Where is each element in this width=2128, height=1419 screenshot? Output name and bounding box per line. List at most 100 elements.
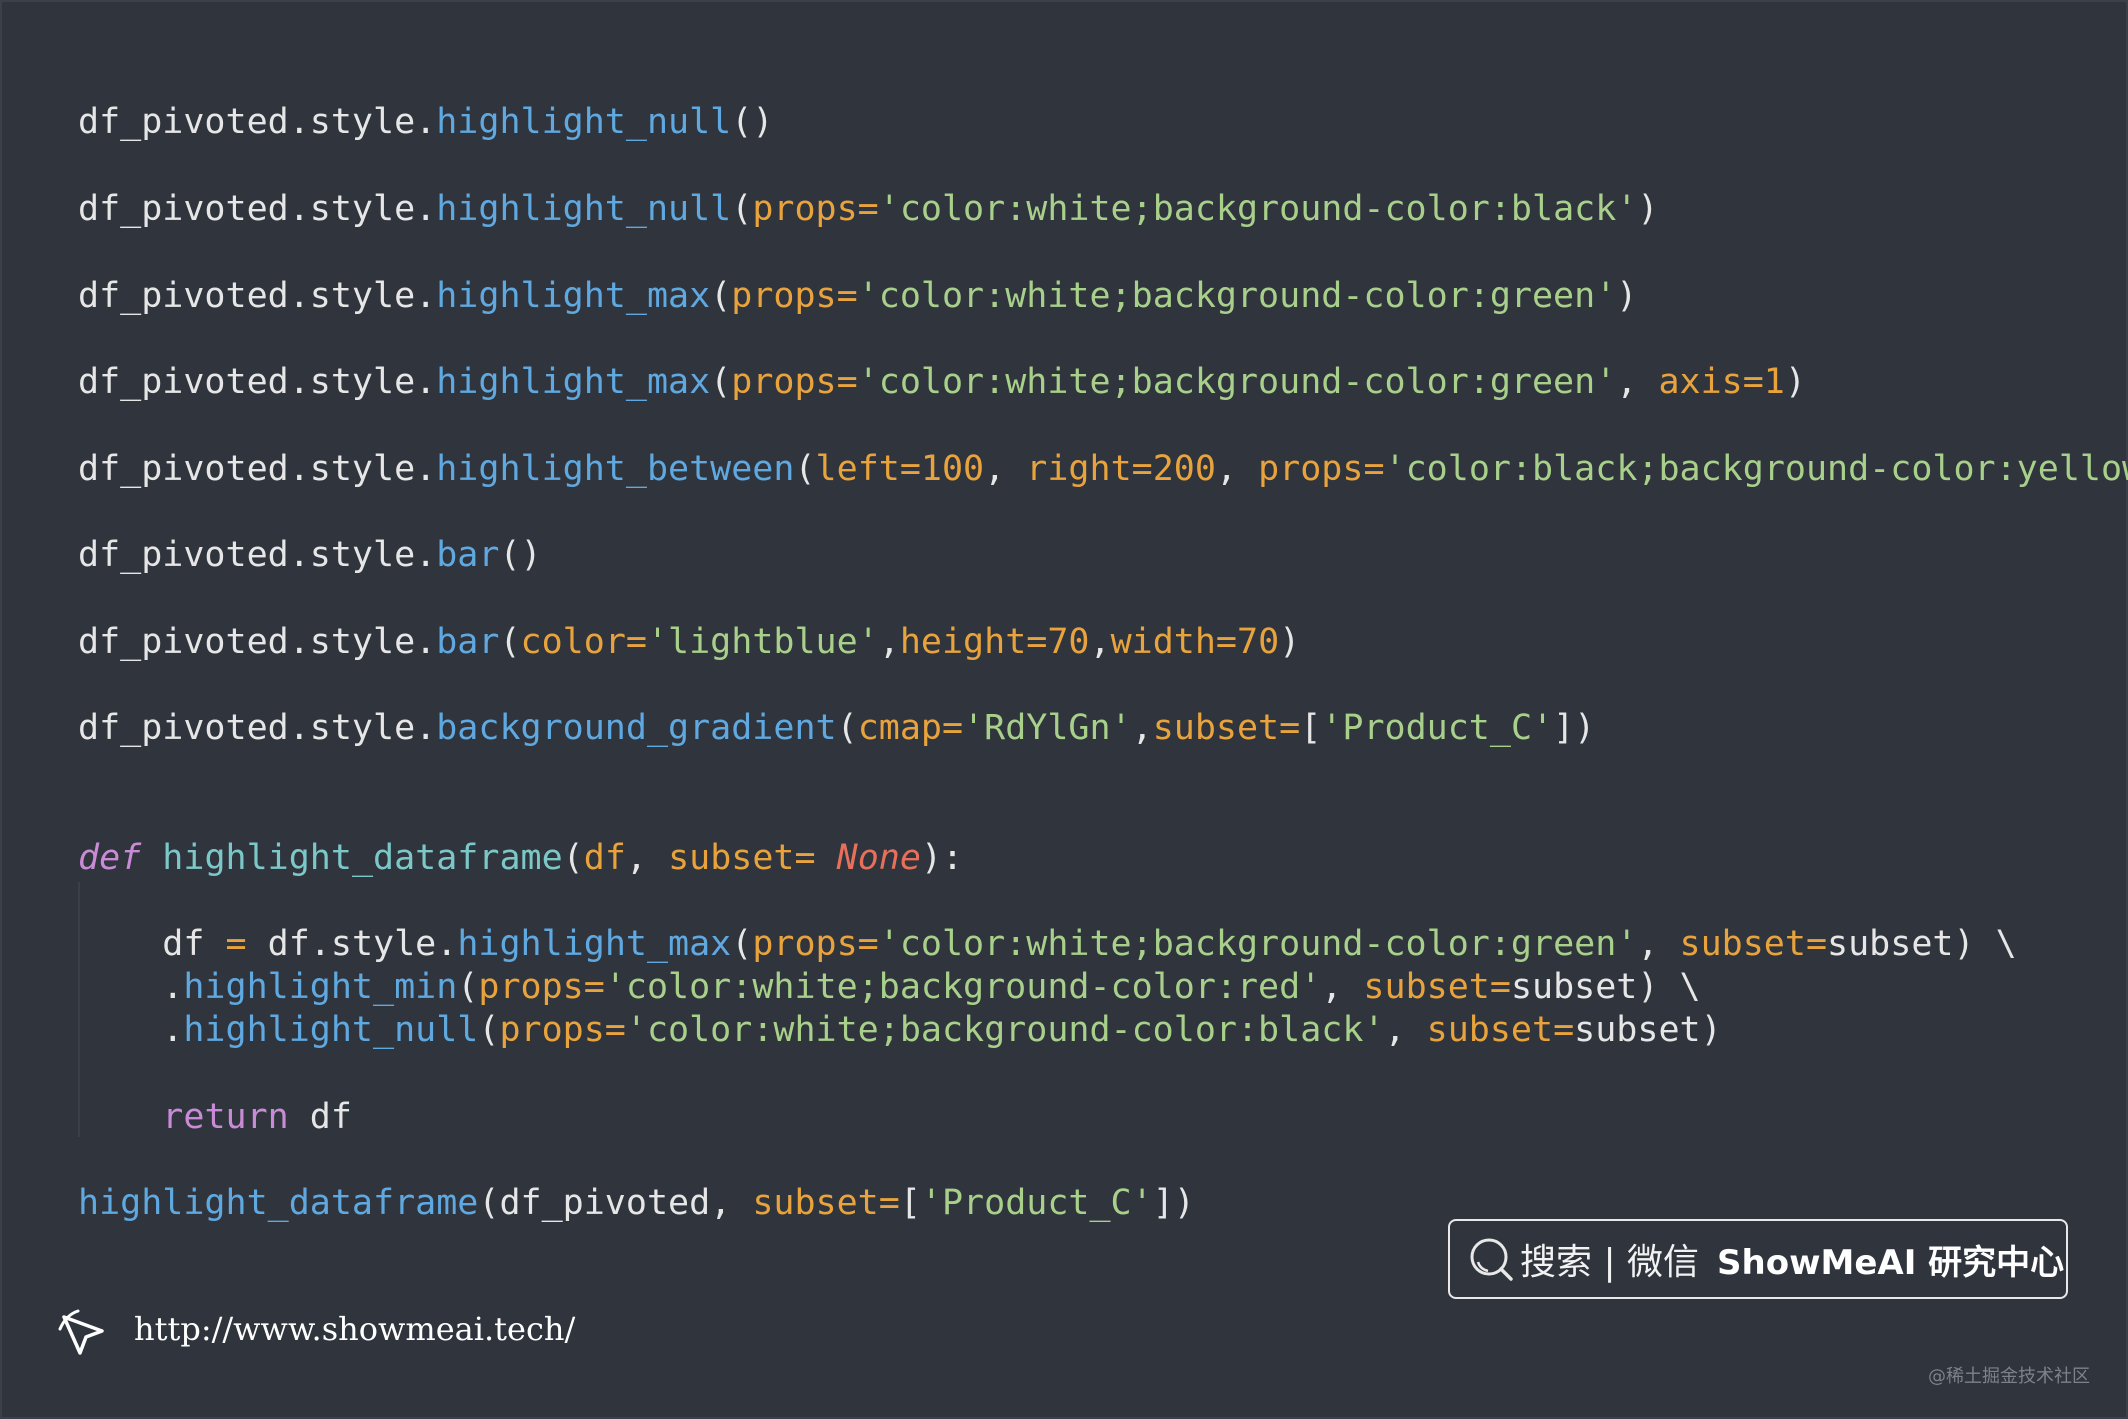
code-token: subset) [1574,1010,1722,1050]
code-token: color= [520,622,647,662]
search-badge: 搜索 | 微信 ShowMeAI 研究中心 [1448,1219,2068,1299]
code-token: df_pivoted.style. [78,189,437,229]
code-token: , [984,449,1027,489]
code-token: highlight_null [436,189,732,229]
code-line: df_pivoted.style.bar(color='lightblue',h… [78,620,1300,664]
code-line: df_pivoted.style.highlight_between(left=… [78,447,2128,491]
code-token: ( [731,189,753,229]
footer-link[interactable]: http://www.showmeai.tech/ [134,1310,575,1348]
code-line: df_pivoted.style.highlight_max(props='co… [78,274,1637,318]
code-token: , [1215,449,1259,489]
code-token: axis=1 [1658,362,1785,402]
code-token: right=200 [1026,449,1216,489]
code-token: (df_pivoted, [478,1183,753,1223]
code-line: highlight_dataframe(df_pivoted, subset=[… [78,1181,1195,1225]
code-token: props= [478,967,605,1007]
code-token: background_gradient [436,708,837,748]
code-line: df = df.style.highlight_max(props='color… [78,922,2017,966]
code-token: cmap= [857,708,964,748]
code-token: subset= [1363,967,1511,1007]
code-token: ]) [1152,1183,1195,1223]
code-token: subset) \ [1510,967,1701,1007]
code-token: props= [752,924,879,964]
code-token: ( [710,362,732,402]
code-token: 'Product_C' [920,1183,1153,1223]
code-token: df [288,1097,352,1137]
code-token: ( [457,967,479,1007]
code-token: 'color:black;background-color:yellow' [1384,449,2128,489]
code-block: df_pivoted.style.highlight_null() df_piv… [78,2,2128,1223]
code-token: ( [562,838,584,878]
brand-name: ShowMeAI 研究中心 [1717,1242,2065,1283]
code-token: ) [1784,362,1806,402]
code-token: ) [1637,189,1659,229]
code-line: df_pivoted.style.highlight_null() [78,100,773,144]
code-token: ): [920,838,964,878]
code-token: props= [1258,449,1385,489]
code-token: highlight_dataframe [78,1183,479,1223]
code-line: df_pivoted.style.bar() [78,533,542,577]
code-token: subset= [752,1183,900,1223]
code-token: 'color:white;background-color:green' [878,924,1638,964]
search-icon [1468,1236,1514,1282]
code-token: () [499,535,542,575]
code-token: bar [436,535,500,575]
code-token: 'color:white;background-color:green' [857,362,1617,402]
code-token: 'color:white;background-color:red' [604,967,1322,1007]
code-token: df_pivoted.style. [78,622,437,662]
code-token: 'color:white;background-color:black' [878,189,1638,229]
code-token: . [78,1010,184,1050]
code-token: highlight_max [436,362,711,402]
code-token: 'RdYlGn' [963,708,1132,748]
code-token: highlight_max [457,924,732,964]
code-token: highlight_min [183,967,458,1007]
code-line: def highlight_dataframe(df, subset= None… [78,836,963,880]
code-line: df_pivoted.style.background_gradient(cma… [78,706,1595,750]
code-token: , [1089,622,1111,662]
code-token: [ [1300,708,1322,748]
code-token: ( [710,276,732,316]
code-token: ( [731,924,753,964]
code-token: subset= [1426,1010,1575,1050]
code-token: return [162,1097,289,1137]
code-token: subset= [1679,924,1828,964]
code-line: df_pivoted.style.highlight_max(props='co… [78,360,1806,404]
code-line: df_pivoted.style.highlight_null(props='c… [78,187,1658,231]
code-token: subset) \ [1827,924,2017,964]
code-token: props= [752,189,879,229]
code-token: ]) [1553,708,1596,748]
code-token: highlight_between [436,449,795,489]
search-label: 搜索 | 微信 [1520,1242,1700,1283]
code-token: df_pivoted.style. [78,708,437,748]
code-token: , [878,622,900,662]
code-token: , [1637,924,1680,964]
code-token: subset= [1152,708,1301,748]
code-token: df_pivoted.style. [78,102,437,142]
indent-guide [78,882,80,1137]
code-token: [ [899,1183,921,1223]
code-line: return df [78,1095,352,1139]
code-token: 'color:white;background-color:green' [857,276,1617,316]
slide-frame: df_pivoted.style.highlight_null() df_piv… [0,0,2128,1419]
code-token: ) [1616,276,1638,316]
code-token: df [78,924,226,964]
code-token: , [1131,708,1153,748]
code-token: df_pivoted.style. [78,362,437,402]
code-token: def [78,838,142,878]
code-token: . [78,967,184,1007]
code-token: highlight_null [436,102,732,142]
code-token: , [1321,967,1364,1007]
code-token: None [836,838,921,878]
code-token: 'Product_C' [1321,708,1554,748]
code-token: highlight_null [183,1010,479,1050]
code-token: () [731,102,774,142]
code-token: , [625,838,669,878]
code-token: height=70 [899,622,1090,662]
code-token: df_pivoted.style. [78,449,437,489]
code-token: , [1384,1010,1427,1050]
code-token: subset= [668,838,816,878]
code-token: df_pivoted.style. [78,276,437,316]
code-token: df_pivoted.style. [78,535,437,575]
code-token: ( [836,708,858,748]
